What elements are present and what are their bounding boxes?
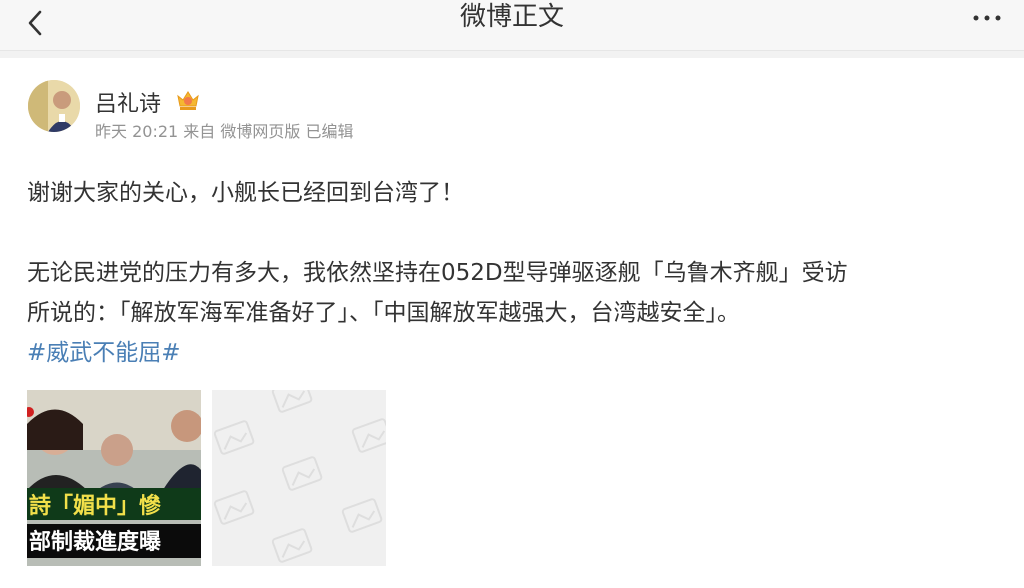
top-nav-bar: 微博正文 (0, 0, 1024, 51)
post-text-line: 所说的：「解放军海军准备好了」、「中国解放军越强大，台湾越安全」。 (27, 300, 740, 326)
post-card: 吕礼诗 昨天 20:21 来自 微博网页版 已编辑 谢谢大家的关心，小舰长已经回… (0, 58, 1024, 588)
image-caption: 詩「媚中」慘 (27, 488, 201, 520)
image-placeholder-icon (213, 390, 386, 563)
crown-badge-icon (177, 91, 199, 110)
post-text-line: 谢谢大家的关心，小舰长已经回到台湾了！ (27, 180, 464, 206)
post-text-line: 无论民进党的压力有多大，我依然坚持在052D型导弹驱逐舰「乌鲁木齐舰」受访 (27, 260, 848, 286)
post-meta: 昨天 20:21 来自 微博网页版 已编辑 (95, 122, 354, 141)
image-caption: 部制裁進度曝 (27, 524, 201, 558)
avatar[interactable] (28, 80, 80, 132)
hashtag-link[interactable]: #威武不能屈# (27, 338, 181, 368)
author-name[interactable]: 吕礼诗 (95, 86, 161, 118)
page-title: 微博正文 (459, 2, 564, 32)
image-placeholder[interactable] (212, 390, 386, 566)
post-image-thumbnail[interactable]: 詩「媚中」慘 部制裁進度曝 (27, 390, 201, 566)
more-dots-icon[interactable] (972, 14, 1002, 22)
